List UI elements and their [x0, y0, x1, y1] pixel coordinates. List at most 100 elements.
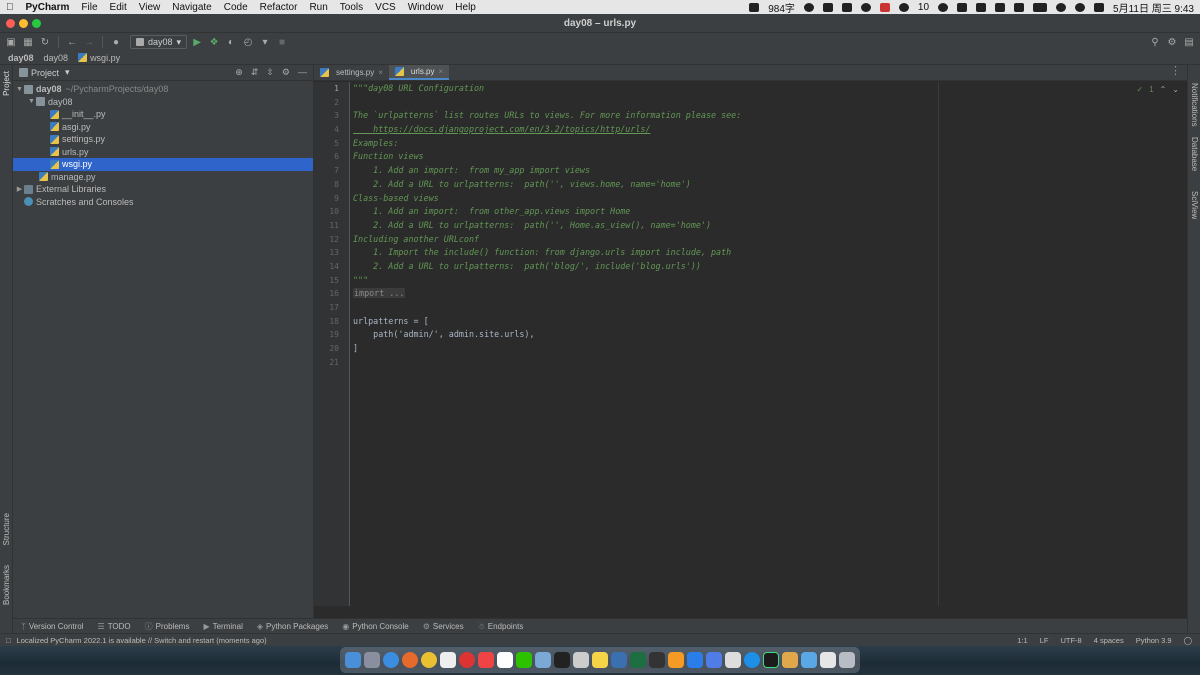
file-encoding[interactable]: UTF-8 — [1060, 636, 1081, 645]
locate-file-icon[interactable]: ⊕ — [235, 67, 243, 78]
run-icon[interactable]: ▶ — [190, 35, 204, 49]
breadcrumb-item[interactable]: wsgi.py — [90, 53, 130, 63]
menu-help[interactable]: Help — [449, 2, 482, 13]
screen-record-icon[interactable] — [749, 2, 760, 12]
more-run-icon[interactable]: ▾ — [258, 35, 272, 49]
sync-icon[interactable]: ↻ — [38, 35, 52, 49]
menu-navigate[interactable]: Navigate — [166, 2, 217, 13]
menu-refactor[interactable]: Refactor — [254, 2, 304, 13]
structure-tool-tab[interactable]: Structure — [2, 513, 11, 545]
cloud-icon[interactable] — [687, 652, 703, 668]
folder-icon[interactable] — [782, 652, 798, 668]
settings-gear-icon[interactable]: ⚙ — [1165, 35, 1179, 49]
chevron-down-icon[interactable]: ⌄ — [1172, 85, 1179, 94]
search-icon[interactable] — [1075, 2, 1086, 12]
wechat-icon[interactable] — [516, 652, 532, 668]
expand-all-icon[interactable]: ⇵ — [251, 67, 259, 78]
script-editor-icon[interactable] — [573, 652, 589, 668]
safari-icon[interactable] — [383, 652, 399, 668]
tool-terminal[interactable]: ▶ Terminal — [203, 622, 242, 631]
app-badge-icon[interactable] — [879, 2, 890, 12]
chrome-icon[interactable] — [421, 652, 437, 668]
save-icon[interactable]: ▦ — [21, 35, 35, 49]
menu-view[interactable]: View — [133, 2, 167, 13]
tree-item-scratches[interactable]: Scratches and Consoles — [13, 196, 313, 209]
hide-panel-icon[interactable]: — — [298, 67, 307, 78]
chevron-right-icon[interactable]: ▶ — [15, 185, 24, 193]
profile-icon[interactable]: ◴ — [241, 35, 255, 49]
tree-item-external-libraries[interactable]: ▶ External Libraries — [13, 183, 313, 196]
gear-icon[interactable]: ⚙ — [282, 67, 290, 78]
tool-version-control[interactable]: ᛉ Version Control — [21, 622, 84, 631]
xcode-icon[interactable] — [744, 652, 760, 668]
tree-item-package[interactable]: ▼ day08 — [13, 96, 313, 109]
menu-tools[interactable]: Tools — [334, 2, 369, 13]
run-config-selector[interactable]: day08 ▾ — [130, 35, 188, 49]
netease-music-icon[interactable] — [459, 652, 475, 668]
status-panel-icon[interactable]: □ — [6, 636, 11, 645]
excel-icon[interactable] — [630, 652, 646, 668]
activity-icon[interactable] — [649, 652, 665, 668]
code-line-link[interactable]: https://docs.djangoproject.com/en/3.2/to… — [353, 123, 1173, 137]
sciview-tool-tab[interactable]: SciView — [1190, 191, 1199, 219]
tree-item-file[interactable]: __init__.py — [13, 108, 313, 121]
database-tool-tab[interactable]: Database — [1190, 137, 1199, 171]
tree-item-file[interactable]: settings.py — [13, 133, 313, 146]
chevron-down-icon[interactable]: ▼ — [27, 98, 36, 105]
typora-icon[interactable] — [440, 652, 456, 668]
debug-icon[interactable]: ❖ — [207, 35, 221, 49]
status-message[interactable]: Localized PyCharm 2022.1 is available //… — [17, 636, 267, 645]
launchpad-icon[interactable] — [364, 652, 380, 668]
line-separator[interactable]: LF — [1040, 636, 1049, 645]
face-icon[interactable] — [803, 2, 814, 12]
tree-item-file[interactable]: manage.py — [13, 171, 313, 184]
tree-item-file-selected[interactable]: wsgi.py — [13, 158, 313, 171]
apple-icon[interactable]:  — [0, 2, 20, 13]
menu-window[interactable]: Window — [402, 2, 450, 13]
tool-endpoints[interactable]: ☃ Endpoints — [478, 622, 524, 631]
more-tabs-icon[interactable]: ⋮ — [1170, 64, 1187, 80]
user-icon[interactable]: ● — [109, 35, 123, 49]
menu-code[interactable]: Code — [218, 2, 254, 13]
media-icon[interactable] — [938, 2, 949, 12]
tab-settings-py[interactable]: settings.py × — [314, 65, 389, 80]
menu-run[interactable]: Run — [303, 2, 333, 13]
s-app-icon[interactable] — [995, 2, 1006, 12]
monitor-icon[interactable] — [611, 652, 627, 668]
input-method-icon[interactable] — [841, 2, 852, 12]
control-center-icon[interactable] — [1094, 2, 1105, 12]
pycharm-icon[interactable] — [763, 652, 779, 668]
sogou-icon[interactable] — [478, 652, 494, 668]
coverage-icon[interactable]: ◐ — [224, 35, 238, 49]
python-interpreter[interactable]: Python 3.9 — [1136, 636, 1172, 645]
notes-icon[interactable] — [592, 652, 608, 668]
code-line-folded[interactable]: import ... — [353, 287, 1173, 301]
indent-setting[interactable]: 4 spaces — [1094, 636, 1124, 645]
tree-item-file[interactable]: urls.py — [13, 146, 313, 159]
back-icon[interactable]: ← — [65, 35, 79, 49]
project-tool-tab[interactable]: Project — [2, 71, 11, 96]
close-icon[interactable]: × — [438, 67, 443, 76]
menu-app-name[interactable]: PyCharm — [20, 2, 76, 13]
tool-problems[interactable]: ⓘ Problems — [145, 621, 190, 632]
tool-python-packages[interactable]: ◈ Python Packages — [257, 622, 328, 631]
tree-item-root[interactable]: ▼ day08 ~/PycharmProjects/day08 — [13, 83, 313, 96]
calendar-icon[interactable] — [497, 652, 513, 668]
tool-services[interactable]: ⚙ Services — [423, 622, 464, 631]
menu-edit[interactable]: Edit — [104, 2, 133, 13]
open-folder-icon[interactable]: ▣ — [4, 35, 18, 49]
typewriter-icon[interactable] — [725, 652, 741, 668]
volume-icon[interactable] — [976, 2, 987, 12]
search-everywhere-icon[interactable]: ⚲ — [1148, 35, 1162, 49]
wechat-icon[interactable] — [898, 2, 909, 12]
menu-file[interactable]: File — [75, 2, 103, 13]
lock-icon[interactable]: ◯ — [1184, 636, 1192, 645]
tool-python-console[interactable]: ◉ Python Console — [342, 622, 408, 631]
mic-icon[interactable] — [822, 2, 833, 12]
firefox-icon[interactable] — [402, 652, 418, 668]
forward-icon[interactable]: → — [82, 35, 96, 49]
clock[interactable]: 5月11日 周三 9:43 — [1113, 0, 1194, 15]
caret-position[interactable]: 1:1 — [1017, 636, 1027, 645]
breadcrumb-item[interactable]: day08 — [8, 53, 44, 63]
wifi-icon[interactable] — [1056, 2, 1067, 12]
